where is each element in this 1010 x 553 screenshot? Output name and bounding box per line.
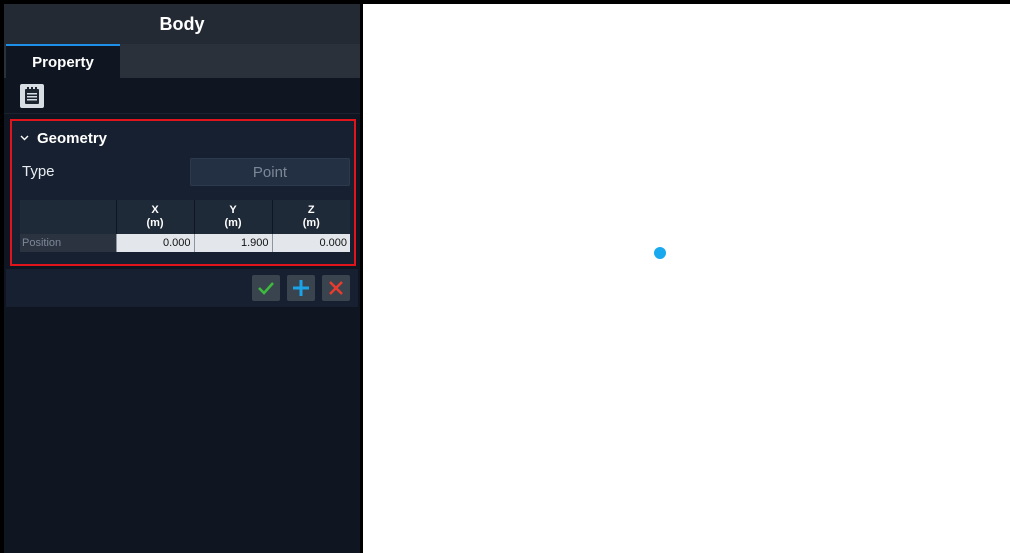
- column-unit-label: (m): [302, 217, 320, 229]
- plus-icon: [293, 280, 309, 296]
- position-y-cell[interactable]: 1.900: [193, 234, 272, 252]
- add-button[interactable]: [287, 275, 315, 301]
- position-table: X (m) Y (m) Z (m) Position 0.000 1.900 0…: [20, 200, 350, 252]
- column-header-y: Y (m): [193, 200, 272, 234]
- column-axis-label: Z: [307, 204, 315, 216]
- position-x-cell[interactable]: 0.000: [115, 234, 194, 252]
- table-row: Position 0.000 1.900 0.000: [20, 234, 350, 252]
- panel-title: Body: [4, 4, 360, 44]
- tab-strip: Property: [4, 44, 360, 78]
- type-field[interactable]: Point: [190, 158, 350, 186]
- geometry-title: Geometry: [37, 129, 108, 147]
- column-unit-label: (m): [224, 217, 242, 229]
- geometry-section: Geometry Type Point X (m) Y (m) Z (m) Po…: [10, 119, 356, 266]
- close-icon: [329, 281, 343, 295]
- geometry-header[interactable]: Geometry: [20, 127, 107, 149]
- panel-toolbar: [4, 78, 360, 114]
- point-marker[interactable]: [654, 247, 666, 259]
- row-label-position: Position: [20, 234, 116, 252]
- action-button-row: [6, 269, 358, 307]
- column-axis-label: X: [151, 204, 159, 216]
- tab-property[interactable]: Property: [6, 44, 120, 78]
- notepad-icon: [25, 86, 39, 104]
- app-window: Body Property Geometry Type Point X (m) …: [0, 0, 1010, 553]
- check-icon: [258, 282, 274, 295]
- column-header-x: X (m): [115, 200, 194, 234]
- notes-button[interactable]: [20, 83, 44, 108]
- column-axis-label: Y: [229, 204, 237, 216]
- type-label: Type: [22, 163, 55, 180]
- column-header-z: Z (m): [271, 200, 350, 234]
- column-unit-label: (m): [146, 217, 164, 229]
- cancel-button[interactable]: [322, 275, 350, 301]
- apply-button[interactable]: [252, 275, 280, 301]
- chevron-down-icon: [20, 135, 29, 141]
- property-panel: Body Property: [4, 4, 360, 553]
- table-corner-header: [20, 200, 116, 234]
- 3d-viewport[interactable]: [363, 4, 1010, 553]
- position-z-cell[interactable]: 0.000: [271, 234, 350, 252]
